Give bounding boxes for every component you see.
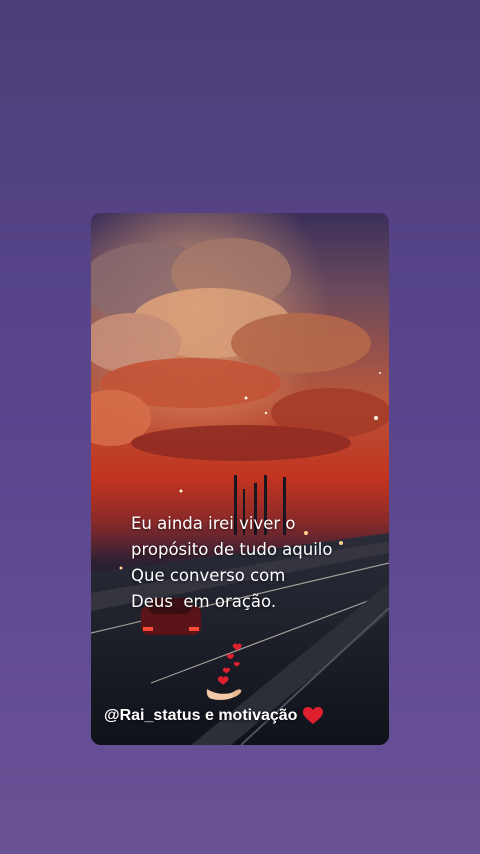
watermark-text: @Rai_status e motivação [104,707,298,724]
heart-hand-icon [206,643,242,700]
quote-text: Eu ainda irei viver o propósito de tudo a… [131,511,332,615]
watermark: @Rai_status e motivação [104,707,324,725]
quote-line-4: Deus em oração. [131,592,277,611]
red-heart-icon [303,707,324,724]
story-card[interactable]: Eu ainda irei viver o propósito de tudo a… [91,213,389,745]
quote-line-1: Eu ainda irei viver o [131,514,296,533]
quote-line-3: Que converso com [131,566,286,585]
quote-line-2: propósito de tudo aquilo [131,540,333,559]
